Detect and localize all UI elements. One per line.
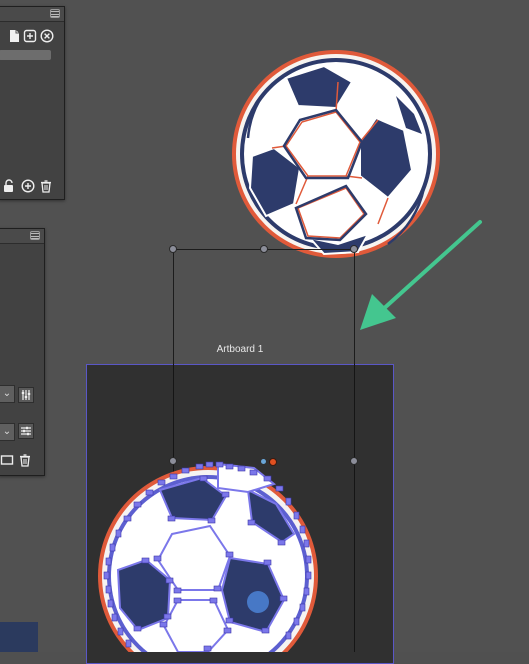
thumbnail-swatch[interactable] <box>0 622 38 652</box>
close-icon[interactable] <box>40 29 54 43</box>
menu-icon[interactable] <box>30 231 40 240</box>
artboard-label[interactable]: Artboard 1 <box>190 344 290 355</box>
rectangle-icon[interactable] <box>0 453 14 467</box>
traced-soccer-ball[interactable] <box>98 460 328 652</box>
properties-panel: ⌄ ⌄ <box>0 228 45 476</box>
sliders-icon[interactable] <box>18 387 34 403</box>
menu-icon[interactable] <box>50 9 60 18</box>
new-file-icon[interactable] <box>7 29 21 43</box>
panel-titlebar <box>0 229 44 244</box>
layers-panel <box>0 6 65 200</box>
trash-icon[interactable] <box>18 453 32 467</box>
sliders-icon[interactable] <box>18 423 34 439</box>
selection-guide-right <box>354 364 355 652</box>
arrow-annotation <box>360 220 482 330</box>
add-icon[interactable] <box>23 29 37 43</box>
drawing-canvas[interactable]: ⌄ ⌄ Artboard 1 <box>0 0 529 664</box>
layer-row[interactable] <box>0 50 51 60</box>
transform-handle[interactable] <box>350 457 358 465</box>
panel-titlebar <box>0 7 64 22</box>
transform-handle[interactable] <box>169 245 177 253</box>
trash-icon[interactable] <box>39 179 53 193</box>
transform-handle[interactable] <box>260 245 268 253</box>
add-icon[interactable] <box>21 179 35 193</box>
chevron-down-icon[interactable]: ⌄ <box>0 423 15 441</box>
unlock-icon[interactable] <box>2 179 16 193</box>
chevron-down-icon[interactable]: ⌄ <box>0 385 15 403</box>
